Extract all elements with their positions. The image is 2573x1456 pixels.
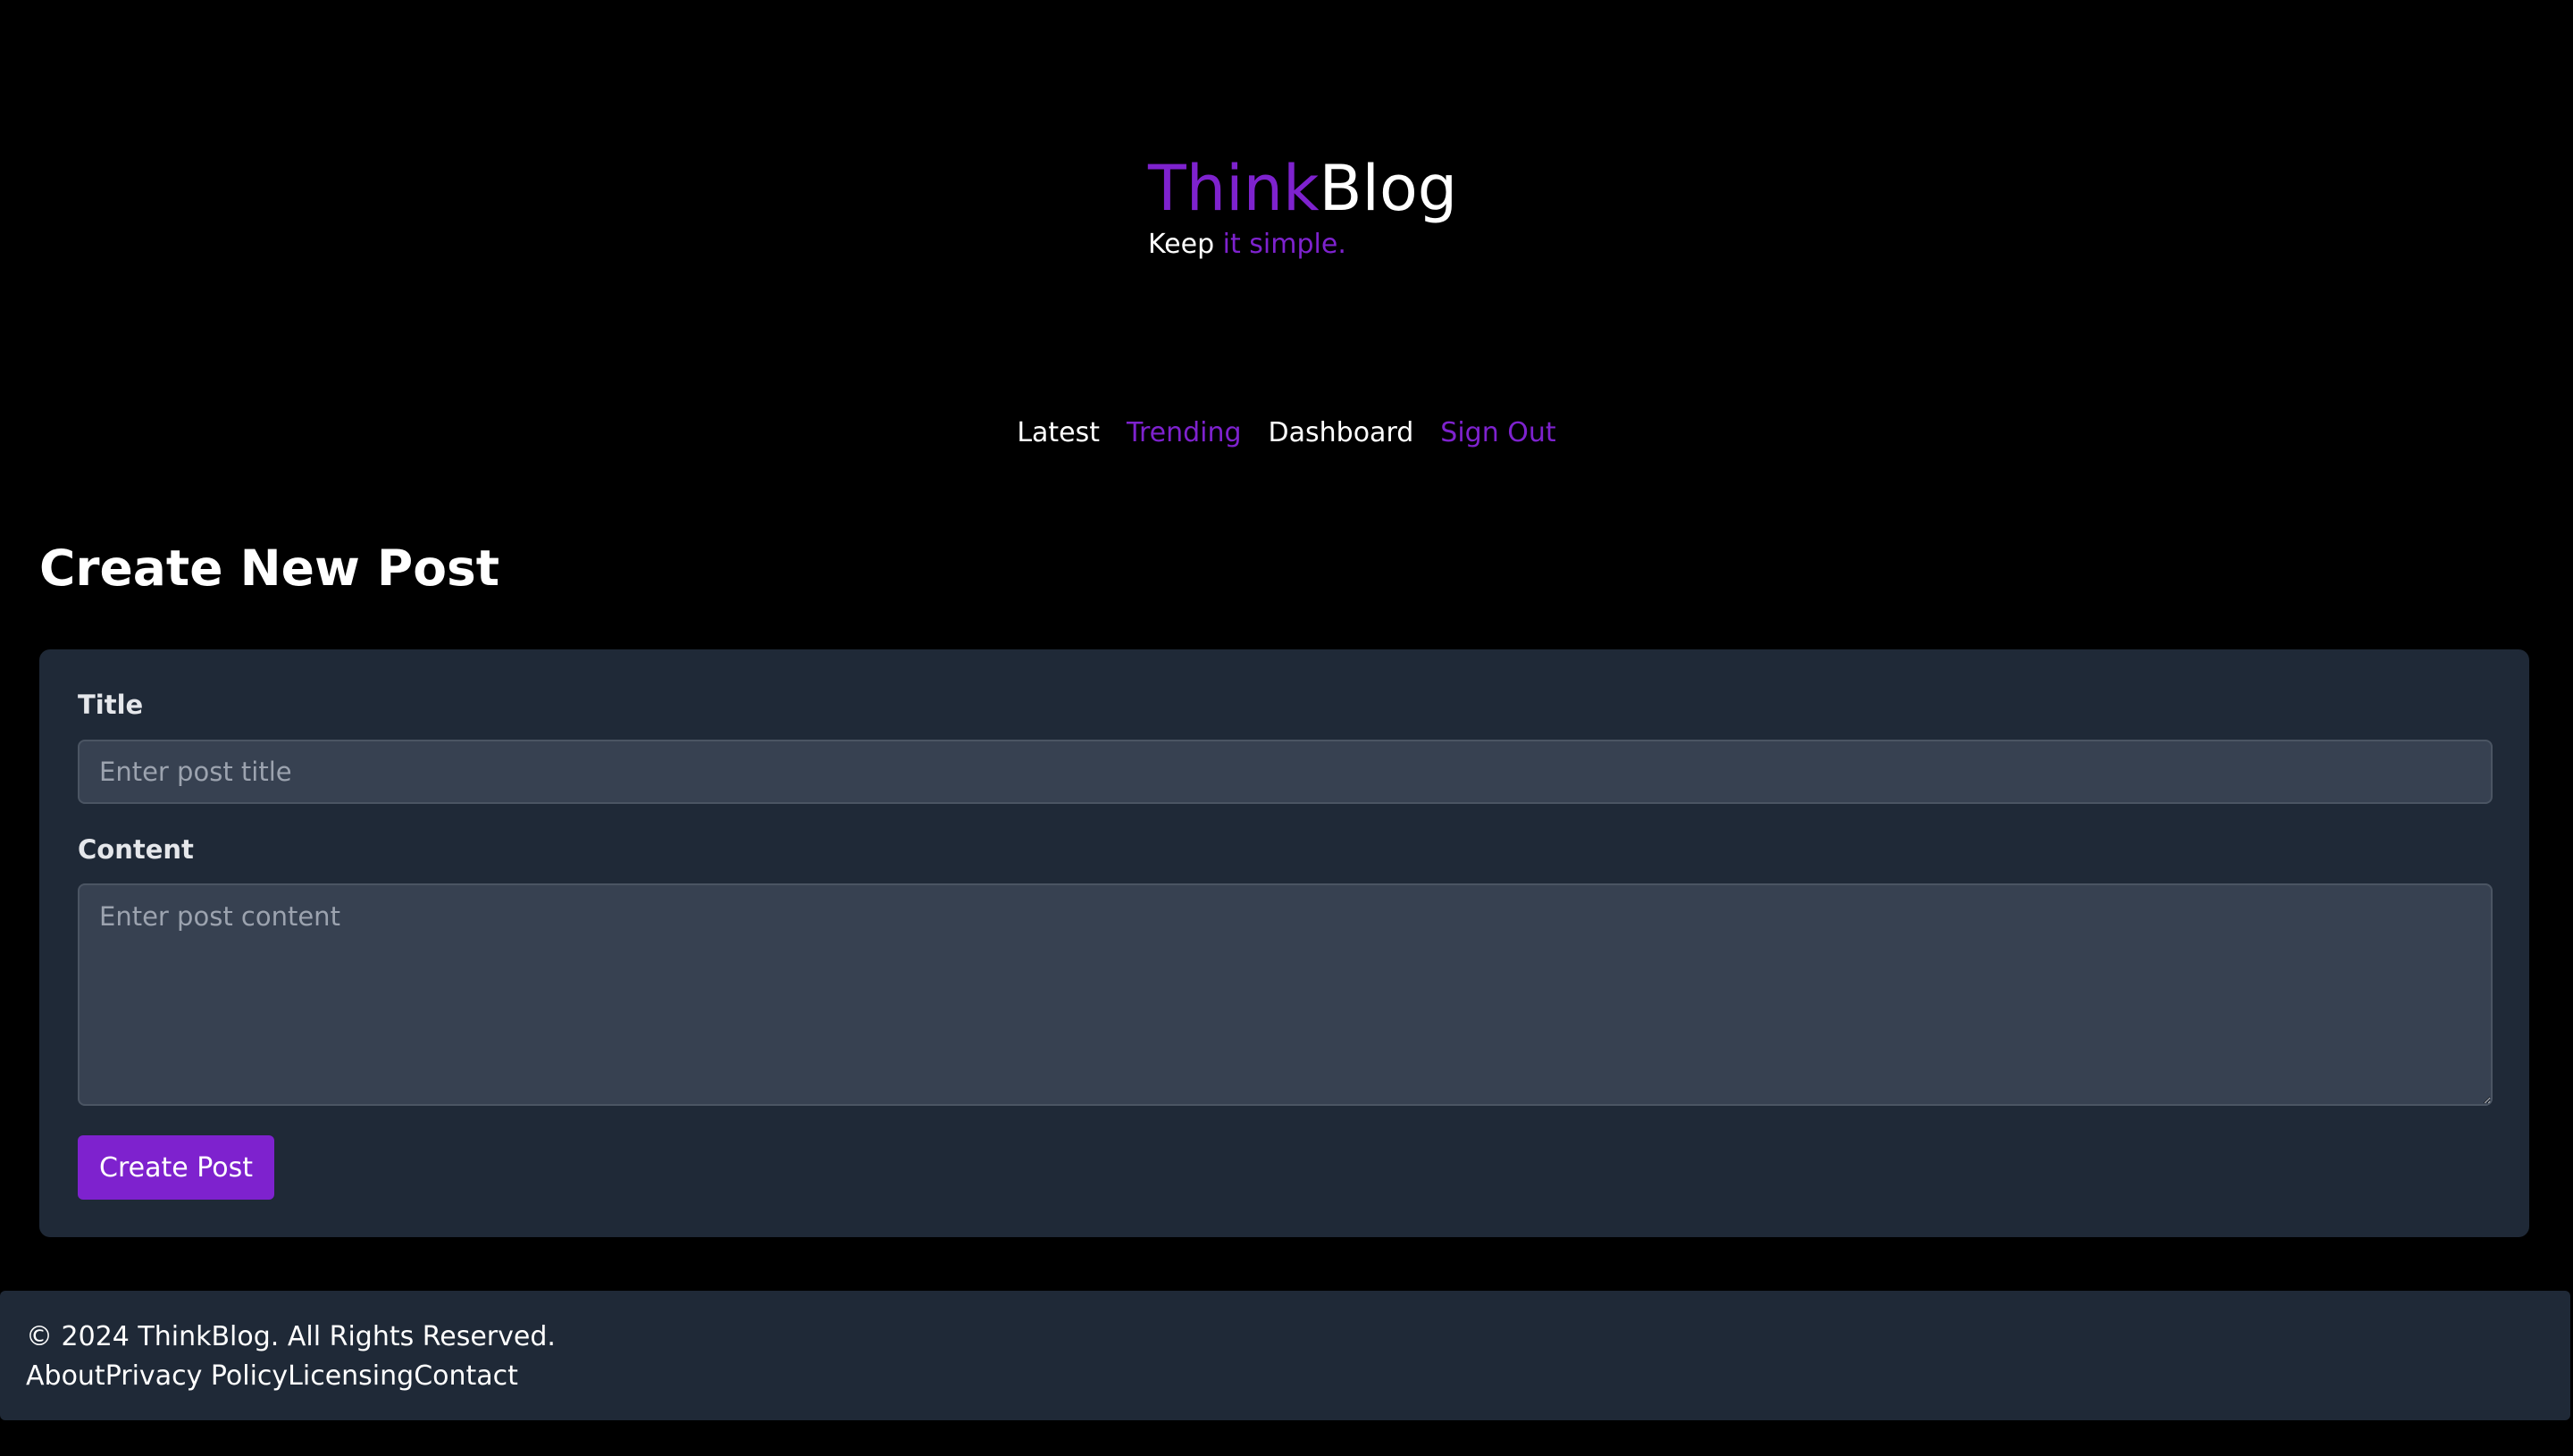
copyright-text: © 2024 ThinkBlog. All Rights Reserved. [26,1321,556,1352]
site-header: ThinkBlog Keep it simple. [1148,150,1457,263]
site-tagline: Keep it simple. [1148,227,1457,263]
nav-sign-out[interactable]: Sign Out [1440,415,1555,451]
nav-latest[interactable]: Latest [1017,415,1100,451]
footer-link-privacy-policy[interactable]: Privacy Policy [105,1359,288,1394]
page-title: Create New Post [39,540,500,597]
tagline-keep: Keep [1148,229,1223,260]
site-footer: © 2024 ThinkBlog. All Rights Reserved. A… [0,1291,2570,1420]
main-nav: Latest Trending Dashboard Sign Out [0,415,2573,451]
title-label: Title [78,690,144,720]
footer-link-about[interactable]: About [26,1359,105,1394]
content-textarea[interactable] [78,883,2493,1106]
logo-blog: Blog [1319,152,1458,225]
nav-dashboard[interactable]: Dashboard [1269,415,1414,451]
nav-trending[interactable]: Trending [1127,415,1242,451]
content-label: Content [78,834,194,865]
footer-links: About Privacy Policy Licensing Contact [26,1359,518,1394]
page: ThinkBlog Keep it simple. Latest Trendin… [0,0,2573,1456]
tagline-it-simple: it simple. [1222,229,1346,260]
create-post-button[interactable]: Create Post [78,1135,274,1200]
footer-link-licensing[interactable]: Licensing [288,1359,414,1394]
create-post-form: Title Content Create Post [39,649,2529,1237]
site-logo[interactable]: ThinkBlog [1148,150,1457,227]
title-input[interactable] [78,740,2493,804]
footer-link-contact[interactable]: Contact [414,1359,518,1394]
logo-think: Think [1148,152,1320,225]
